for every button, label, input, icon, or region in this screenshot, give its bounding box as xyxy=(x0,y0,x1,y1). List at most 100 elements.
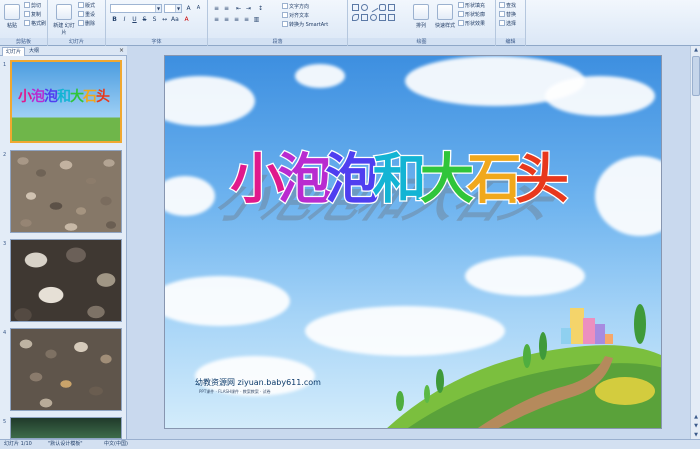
shape-effects-button[interactable]: 形状效果 xyxy=(458,20,485,28)
textbox-shape-icon[interactable] xyxy=(388,4,395,11)
increase-indent-button[interactable]: ⇥ xyxy=(244,4,253,12)
rectangle-shape-icon[interactable] xyxy=(352,4,359,11)
rounded-rect-shape-icon[interactable] xyxy=(379,4,386,11)
tab-slides[interactable]: 幻灯片 xyxy=(2,47,26,56)
align-right-button[interactable]: ≡ xyxy=(232,15,241,23)
quick-styles-icon xyxy=(437,4,453,20)
quick-styles-button[interactable]: 快速样式 xyxy=(434,2,456,36)
slide-thumbnail-2[interactable] xyxy=(10,150,122,233)
justify-button[interactable]: ≡ xyxy=(242,15,251,23)
tab-outline[interactable]: 大纲 xyxy=(26,47,42,56)
chevron-down-icon: ▼ xyxy=(155,5,161,12)
title-char: 和 xyxy=(373,147,427,210)
status-bar: 幻灯片 1/10 "默认设计模板" 中文(中国) xyxy=(0,439,700,449)
font-size-select[interactable]: ▼ xyxy=(164,4,182,13)
arrange-button[interactable]: 排列 xyxy=(410,2,432,36)
brush-icon xyxy=(24,20,30,26)
triangle-shape-icon[interactable] xyxy=(361,14,368,21)
clipboard-group: 粘贴 剪切 复制 格式刷 剪贴板 xyxy=(0,0,48,46)
select-icon xyxy=(499,20,505,26)
slide-thumbnail-1[interactable]: 小泡泡和大石头 xyxy=(10,60,122,143)
paste-button[interactable]: 粘贴 xyxy=(2,2,22,36)
clipboard-label: 剪贴板 xyxy=(0,38,47,45)
replace-icon xyxy=(499,11,505,17)
reset-button[interactable]: 重设 xyxy=(78,11,95,19)
delete-icon xyxy=(78,20,84,26)
align-text-button[interactable]: 对齐文本 xyxy=(282,12,309,20)
font-color-button[interactable]: A xyxy=(182,15,191,23)
copy-button[interactable]: 复制 xyxy=(24,11,41,19)
title-char: 泡 xyxy=(278,147,332,210)
new-slide-button[interactable]: 新建 幻灯片 xyxy=(52,2,76,36)
title-char: 石 xyxy=(467,147,521,210)
circle-shape-icon[interactable] xyxy=(370,14,377,21)
vertical-scrollbar[interactable]: ▲ ▲ ▼ ▼ xyxy=(690,46,700,439)
cut-button[interactable]: 剪切 xyxy=(24,2,41,10)
slide-number: 3 xyxy=(3,241,7,247)
smartart-button[interactable]: 转换为 SmartArt xyxy=(282,21,328,29)
bold-button[interactable]: B xyxy=(110,15,119,23)
editing-group: 查找 替换 选择 编辑 xyxy=(496,0,526,46)
scroll-up-icon[interactable]: ▲ xyxy=(692,46,700,54)
shrink-font-button[interactable]: A xyxy=(194,4,203,12)
slide-thumbnail-5[interactable] xyxy=(10,417,122,439)
grow-font-button[interactable]: A xyxy=(184,4,193,12)
paragraph-label: 段落 xyxy=(208,38,347,45)
paint-bucket-icon xyxy=(458,2,464,8)
spacing-button[interactable]: ↔ xyxy=(160,15,169,23)
callout-shape-icon[interactable] xyxy=(388,14,395,21)
format-painter-button[interactable]: 格式刷 xyxy=(24,20,46,28)
arrow-shape-icon[interactable] xyxy=(352,14,359,21)
font-name-select[interactable]: ▼ xyxy=(110,4,162,13)
replace-button[interactable]: 替换 xyxy=(499,11,516,19)
scroll-down-icon[interactable]: ▼ xyxy=(692,431,700,439)
italic-button[interactable]: I xyxy=(120,15,129,23)
change-case-button[interactable]: Aa xyxy=(170,15,179,23)
layout-button[interactable]: 版式 xyxy=(78,2,95,10)
current-slide[interactable]: 小泡泡和大石头 小泡泡和大石头 幼教资源网 ziyuan.baby611.com… xyxy=(164,55,662,429)
title-char: 头 xyxy=(515,147,569,210)
shape-fill-button[interactable]: 形状填充 xyxy=(458,2,485,10)
slide-thumbnail-3[interactable] xyxy=(10,239,122,322)
shape-outline-button[interactable]: 形状轮廓 xyxy=(458,11,485,19)
title-char: 小 xyxy=(230,147,284,210)
close-icon[interactable]: × xyxy=(119,47,124,54)
align-left-button[interactable]: ≡ xyxy=(212,15,221,23)
decrease-indent-button[interactable]: ⇤ xyxy=(234,4,243,12)
oval-shape-icon[interactable] xyxy=(361,4,368,11)
layout-icon xyxy=(78,2,84,8)
bullets-button[interactable]: ≡ xyxy=(212,4,221,12)
delete-button[interactable]: 删除 xyxy=(78,20,95,28)
text-direction-icon xyxy=(282,3,288,9)
shadow-button[interactable]: S xyxy=(150,15,159,23)
numbering-button[interactable]: ≡ xyxy=(222,4,231,12)
powerpoint-window: 粘贴 剪切 复制 格式刷 剪贴板 新建 幻灯片 版式 重设 删除 幻灯片 ▼ ▼… xyxy=(0,0,700,449)
prev-slide-icon[interactable]: ▲ xyxy=(692,413,700,421)
select-button[interactable]: 选择 xyxy=(499,20,516,28)
new-slide-icon xyxy=(56,4,72,20)
star-shape-icon[interactable] xyxy=(379,14,386,21)
editing-label: 编辑 xyxy=(496,38,525,45)
slide-number: 2 xyxy=(3,152,7,158)
slide-title[interactable]: 小泡泡和大石头 小泡泡和大石头 xyxy=(165,128,662,238)
line-spacing-button[interactable]: ↕ xyxy=(256,4,265,12)
slide-number: 4 xyxy=(3,330,7,336)
font-group: ▼ ▼ A A B I U S S ↔ Aa A 字体 xyxy=(106,0,208,46)
find-button[interactable]: 查找 xyxy=(499,2,516,10)
language-indicator[interactable]: 中文(中国) xyxy=(104,440,128,449)
strikethrough-button[interactable]: S xyxy=(140,15,149,23)
slide-number: 5 xyxy=(3,419,7,425)
next-slide-icon[interactable]: ▼ xyxy=(692,422,700,430)
line-shape-icon[interactable] xyxy=(368,2,379,13)
align-center-button[interactable]: ≡ xyxy=(222,15,231,23)
underline-button[interactable]: U xyxy=(130,15,139,23)
columns-button[interactable]: ▥ xyxy=(252,15,261,23)
theme-name: "默认设计模板" xyxy=(48,441,83,447)
title-char: 泡 xyxy=(325,147,379,210)
copy-icon xyxy=(24,11,30,17)
text-direction-button[interactable]: 文字方向 xyxy=(282,3,309,11)
watermark-subtext: PPT课件 · FLASH课件 · 教案教案 · 试卷 xyxy=(199,389,271,394)
scrollbar-thumb[interactable] xyxy=(692,56,700,96)
slide-thumbnail-4[interactable] xyxy=(10,328,122,411)
slide-position: 幻灯片 1/10 xyxy=(4,441,32,447)
